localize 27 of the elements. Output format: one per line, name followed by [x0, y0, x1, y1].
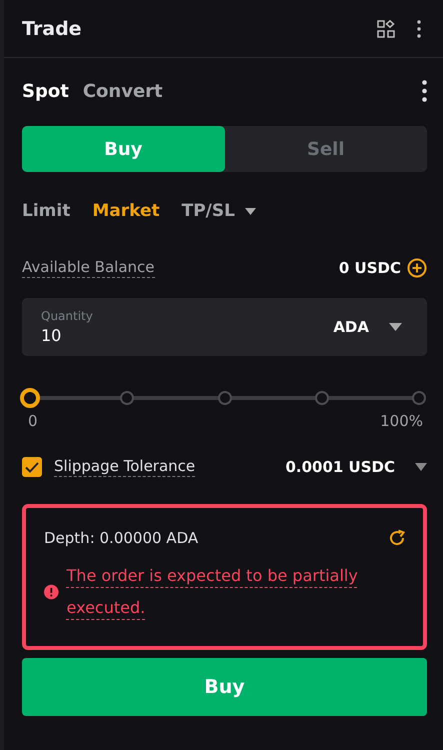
warning-text: The order is expected to be partially executed.	[66, 565, 359, 619]
slider-min-label: 0	[28, 412, 38, 430]
slippage-label: Slippage Tolerance	[54, 457, 196, 477]
refresh-icon[interactable]	[387, 528, 407, 548]
mode-tab[interactable]: Convert	[82, 80, 163, 102]
slippage-checkbox[interactable]	[22, 457, 42, 477]
more-icon[interactable]	[417, 20, 421, 38]
caret-icon	[244, 208, 256, 214]
order-type-tab[interactable]: Market	[92, 201, 160, 221]
order-type-tab[interactable]: TP/SL	[182, 201, 256, 221]
warning-icon	[44, 584, 59, 600]
caret-icon	[415, 463, 427, 471]
unit-selector[interactable]: ADA	[333, 318, 369, 336]
mode-tab[interactable]: Spot	[22, 80, 69, 102]
add-icon[interactable]	[407, 258, 427, 278]
quantity-field[interactable]: Quantity 10 ADA	[22, 298, 427, 356]
balance-value: 0 USDC	[338, 259, 401, 277]
slider-max-label: 100%	[380, 412, 423, 430]
percent-slider[interactable]	[22, 390, 427, 406]
order-type-tab[interactable]: Limit	[22, 201, 70, 221]
depth-text: Depth: 0.00000 ADA	[44, 529, 198, 547]
balance-label: Available Balance	[22, 258, 154, 278]
caret-icon	[389, 323, 402, 331]
more-icon[interactable]	[422, 80, 427, 102]
slippage-value[interactable]: 0.0001 USDC	[285, 458, 395, 476]
panel-title: Trade	[22, 18, 82, 40]
layout-icon[interactable]	[377, 20, 395, 38]
